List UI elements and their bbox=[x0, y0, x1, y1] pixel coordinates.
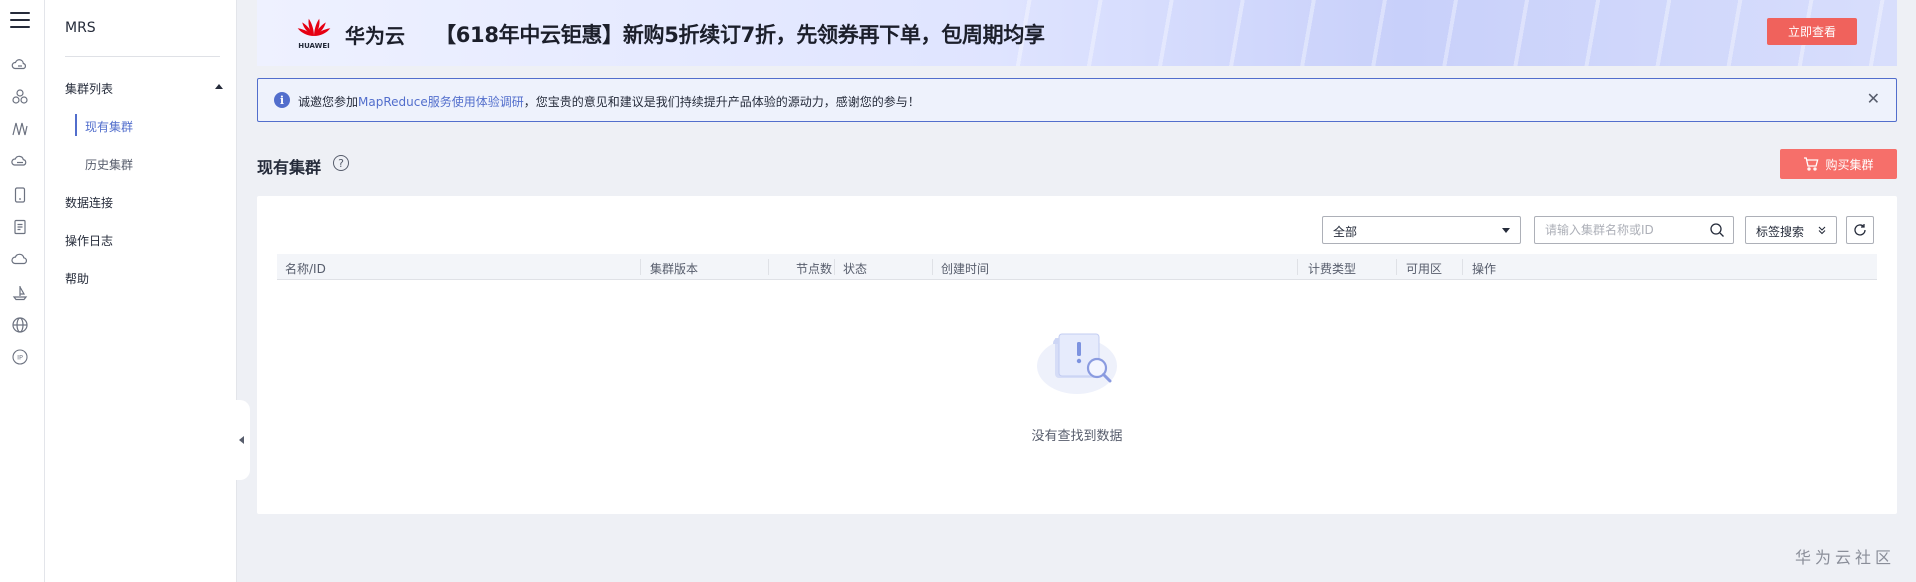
cloud-db-icon[interactable] bbox=[11, 152, 29, 170]
refresh-button[interactable] bbox=[1846, 216, 1874, 244]
view-now-button[interactable]: 立即查看 bbox=[1767, 18, 1857, 45]
caret-down-icon bbox=[1502, 228, 1510, 233]
brand-name: 华为云 bbox=[345, 24, 405, 48]
sidebar-item-cluster-list[interactable]: 集群列表 bbox=[65, 80, 113, 97]
column-header-name-id[interactable]: 名称/ID bbox=[285, 260, 326, 277]
left-icon-rail: IP bbox=[0, 0, 45, 582]
collapse-sidebar-button[interactable] bbox=[232, 400, 250, 480]
refresh-icon bbox=[1854, 224, 1866, 236]
community-watermark: 华为云社区 bbox=[1795, 548, 1896, 567]
empty-state-text: 没有查找到数据 bbox=[1031, 429, 1123, 444]
column-header-az[interactable]: 可用区 bbox=[1406, 260, 1442, 277]
phone-icon[interactable] bbox=[11, 186, 29, 204]
column-header-created[interactable]: 创建时间 bbox=[941, 260, 989, 277]
sidebar-divider bbox=[65, 56, 220, 57]
no-data-illustration bbox=[1027, 316, 1127, 399]
cluster-icon[interactable] bbox=[11, 88, 29, 106]
boat-icon[interactable] bbox=[11, 284, 29, 302]
sidebar-item-active-clusters[interactable]: 现有集群 bbox=[85, 118, 133, 135]
close-icon[interactable]: ✕ bbox=[1867, 91, 1880, 107]
double-chevron-down-icon bbox=[1818, 226, 1826, 235]
column-header-billing[interactable]: 计费类型 bbox=[1308, 260, 1356, 277]
page-title: 现有集群 bbox=[257, 158, 322, 177]
globe-icon[interactable] bbox=[11, 316, 29, 334]
search-input[interactable] bbox=[1535, 217, 1695, 243]
notice-text: 诚邀您参加MapReduce服务使用体验调研，您宝贵的意见和建议是我们持续提升产… bbox=[298, 95, 920, 109]
info-icon: i bbox=[274, 92, 290, 108]
tag-search-button[interactable]: 标签搜索 bbox=[1745, 216, 1837, 244]
promo-banner[interactable]: HUAWEI 华为云 【618年中云钜惠】新购5折续订7折，先领券再下单，包周期… bbox=[257, 0, 1897, 66]
sidebar-item-history-clusters[interactable]: 历史集群 bbox=[85, 156, 133, 173]
search-icon[interactable] bbox=[1709, 222, 1725, 238]
column-header-status[interactable]: 状态 bbox=[843, 260, 867, 277]
document-icon[interactable] bbox=[11, 218, 29, 236]
service-sidebar: MRS 集群列表 现有集群 历史集群 数据连接 操作日志 帮助 bbox=[45, 0, 237, 582]
ip-icon[interactable]: IP bbox=[11, 348, 29, 366]
sidebar-item-help[interactable]: 帮助 bbox=[65, 270, 89, 287]
help-icon[interactable]: ? bbox=[333, 155, 349, 171]
table-header: 名称/ID 集群版本 节点数 状态 创建时间 计费类型 可用区 操作 bbox=[277, 254, 1877, 280]
status-filter-select[interactable]: 全部 bbox=[1322, 216, 1521, 244]
huawei-logo: HUAWEI bbox=[295, 16, 333, 50]
column-header-version[interactable]: 集群版本 bbox=[650, 260, 698, 277]
survey-link[interactable]: MapReduce服务使用体验调研 bbox=[358, 95, 524, 109]
search-box bbox=[1534, 216, 1734, 244]
caret-left-icon bbox=[238, 436, 244, 444]
chevron-up-icon[interactable] bbox=[215, 84, 223, 89]
service-title: MRS bbox=[65, 20, 96, 36]
mapreduce-icon[interactable] bbox=[11, 120, 29, 138]
svg-text:IP: IP bbox=[17, 354, 23, 362]
cluster-list-card: 全部 标签搜索 名称/ID 集群版本 节点数 状态 创建时间 计费类型 可用区 … bbox=[257, 196, 1897, 514]
column-header-nodes[interactable]: 节点数 bbox=[796, 260, 832, 277]
sidebar-item-data-connection[interactable]: 数据连接 bbox=[65, 194, 113, 211]
survey-notice: i 诚邀您参加MapReduce服务使用体验调研，您宝贵的意见和建议是我们持续提… bbox=[257, 78, 1897, 122]
buy-cluster-button[interactable]: 购买集群 bbox=[1780, 149, 1897, 179]
cloud-server-icon[interactable] bbox=[11, 56, 29, 74]
column-header-operation: 操作 bbox=[1472, 262, 1497, 276]
active-indicator bbox=[75, 114, 77, 136]
cloud-icon[interactable] bbox=[11, 250, 29, 268]
sidebar-item-operation-log[interactable]: 操作日志 bbox=[65, 232, 113, 249]
menu-icon[interactable] bbox=[10, 12, 30, 30]
cart-icon bbox=[1804, 157, 1819, 171]
promo-headline: 【618年中云钜惠】新购5折续订7折，先领券再下单，包周期均享 bbox=[435, 23, 1045, 47]
